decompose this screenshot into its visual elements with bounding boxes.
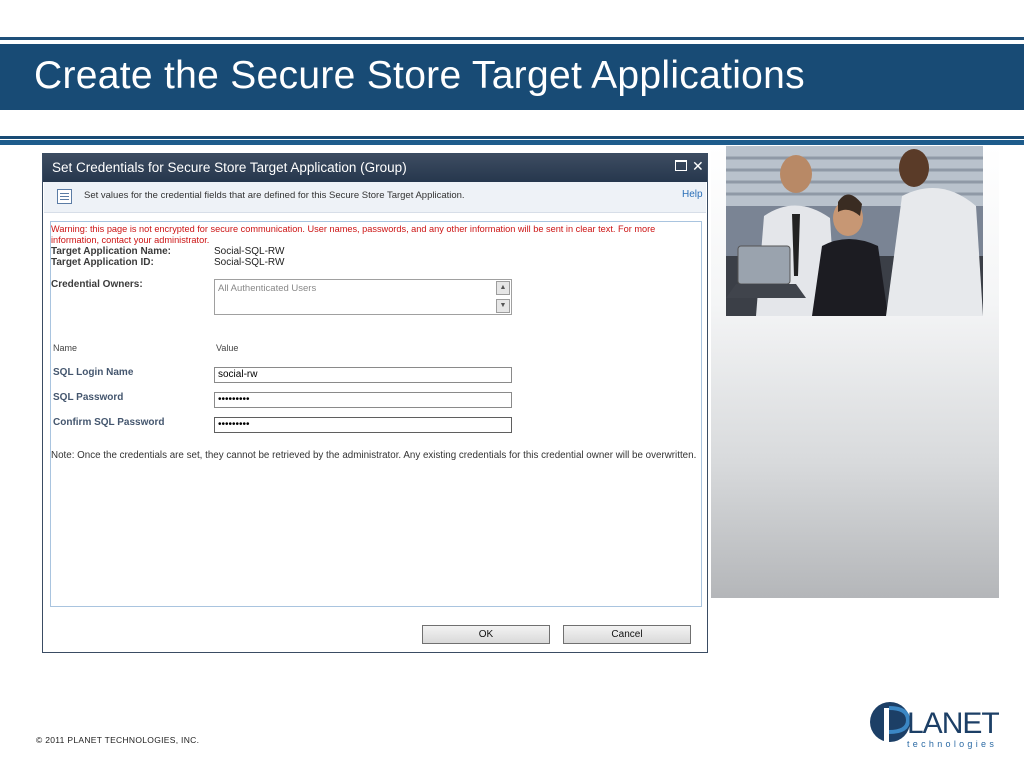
confirm-sql-password-label: Confirm SQL Password — [53, 417, 165, 428]
form-icon — [57, 189, 72, 204]
security-warning: Warning: this page is not encrypted for … — [51, 224, 656, 245]
title-band: Create the Secure Store Target Applicati… — [0, 44, 1024, 110]
logo-wordmark: LANET — [907, 707, 1000, 740]
copyright-text: © 2011 PLANET TECHNOLOGIES, INC. — [36, 735, 200, 745]
target-app-id-value: Social-SQL-RW — [214, 257, 285, 268]
dialog-content: Warning: this page is not encrypted for … — [50, 221, 702, 607]
sql-login-name-input[interactable]: social-rw — [214, 367, 512, 383]
credentials-note: Note: Once the credentials are set, they… — [51, 450, 697, 461]
ok-button[interactable]: OK — [422, 625, 550, 644]
maximize-icon[interactable] — [675, 160, 687, 171]
target-app-id-label: Target Application ID: — [51, 257, 154, 268]
slide-title: Create the Secure Store Target Applicati… — [34, 54, 805, 97]
logo-tagline: technologies — [907, 739, 998, 749]
top-rule — [0, 37, 1024, 40]
divider — [0, 136, 1024, 139]
sql-password-input[interactable]: ••••••••• — [214, 392, 512, 408]
office-photo — [726, 146, 983, 316]
cancel-button[interactable]: Cancel — [563, 625, 691, 644]
name-column-header: Name — [53, 343, 78, 353]
target-app-name-value: Social-SQL-RW — [214, 246, 285, 257]
confirm-sql-password-input[interactable]: ••••••••• — [214, 417, 512, 433]
set-credentials-dialog: Set Credentials for Secure Store Target … — [42, 153, 708, 653]
credential-owners-value: All Authenticated Users — [218, 283, 317, 294]
target-app-name-label: Target Application Name: — [51, 246, 172, 257]
credential-owners-label: Credential Owners: — [51, 279, 143, 290]
sql-password-label: SQL Password — [53, 392, 124, 403]
help-link[interactable]: Help — [682, 189, 703, 200]
value-column-header: Value — [216, 343, 239, 353]
dialog-titlebar: Set Credentials for Secure Store Target … — [43, 154, 707, 182]
dialog-title: Set Credentials for Secure Store Target … — [52, 160, 407, 175]
sql-login-name-label: SQL Login Name — [53, 367, 134, 378]
info-bar: Set values for the credential fields tha… — [44, 182, 706, 213]
credential-owners-box[interactable]: All Authenticated Users ▲ ▼ — [214, 279, 512, 315]
close-icon[interactable]: ✕ — [692, 156, 704, 176]
scroll-up-icon[interactable]: ▲ — [496, 281, 510, 295]
info-text: Set values for the credential fields tha… — [84, 190, 465, 201]
scroll-down-icon[interactable]: ▼ — [496, 299, 510, 313]
